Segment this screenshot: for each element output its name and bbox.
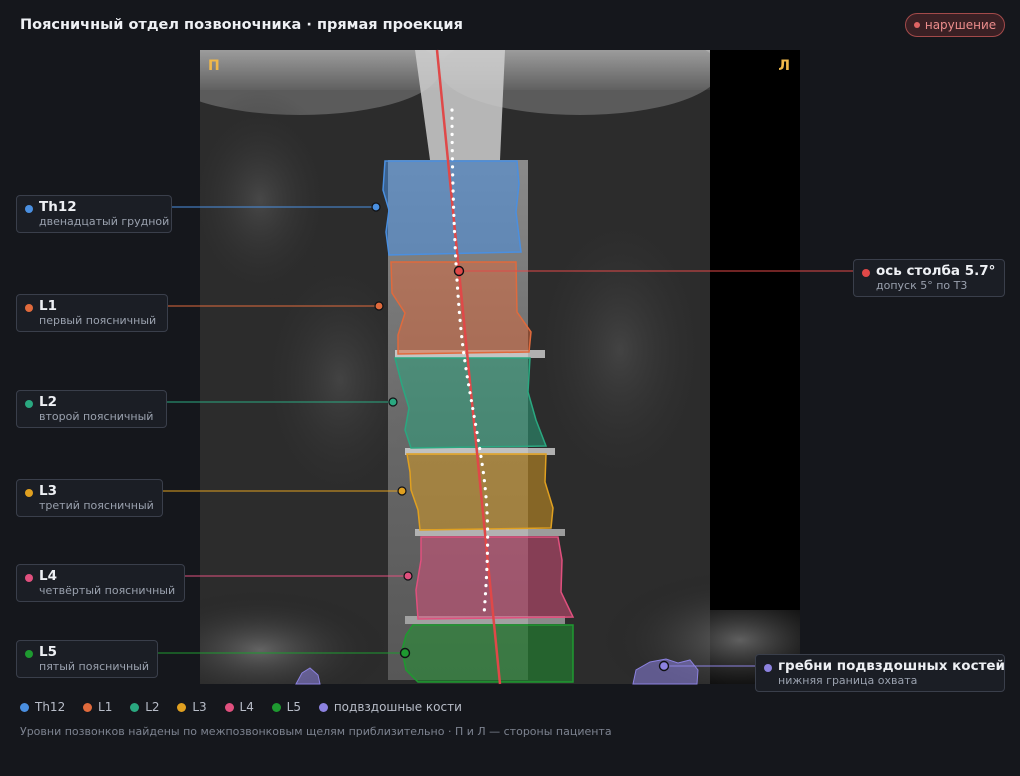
- legend-item-l3[interactable]: L3: [177, 700, 207, 714]
- legend-label: подвздошные кости: [333, 700, 462, 714]
- l2-dot-icon: [25, 400, 33, 408]
- l1-dot-icon: [25, 304, 33, 312]
- legend-label: L1: [98, 700, 113, 714]
- anchor-l2[interactable]: [388, 397, 398, 407]
- callout-title: гребни подвздошных костей: [778, 658, 1006, 674]
- legend-dot-icon: [318, 703, 328, 712]
- legend: Th12 L1 L2 L3 L4 L5 подвздошные кости: [20, 700, 476, 714]
- callout-subtitle: третий поясничный: [39, 499, 154, 512]
- callout-title: Th12: [39, 199, 77, 215]
- legend-item-l4[interactable]: L4: [224, 700, 254, 714]
- anchor-l5[interactable]: [399, 647, 411, 659]
- anchor-th12[interactable]: [371, 202, 381, 212]
- callout-th12[interactable]: Th12 двенадцатый грудной: [16, 195, 172, 233]
- callout-subtitle: четвёртый поясничный: [39, 584, 176, 597]
- legend-dot-icon: [20, 703, 29, 712]
- callout-title: L2: [39, 394, 57, 410]
- callout-subtitle: второй поясничный: [39, 410, 154, 423]
- th12-dot-icon: [25, 205, 33, 213]
- legend-item-l5[interactable]: L5: [271, 700, 301, 714]
- anchor-axis[interactable]: [453, 265, 465, 277]
- callout-l5[interactable]: L5 пятый поясничный: [16, 640, 158, 678]
- anchor-l3[interactable]: [397, 486, 407, 496]
- mask-l5[interactable]: [401, 624, 574, 683]
- legend-dot-icon: [271, 703, 281, 712]
- callout-title: L3: [39, 483, 57, 499]
- callout-l3[interactable]: L3 третий поясничный: [16, 479, 163, 517]
- mask-l2[interactable]: [394, 357, 548, 449]
- legend-dot-icon: [177, 703, 187, 712]
- legend-item-l1[interactable]: L1: [83, 700, 112, 714]
- callout-subtitle: пятый поясничный: [39, 660, 149, 673]
- callout-spine-axis[interactable]: ось столба 5.7° допуск 5° по Т3: [853, 259, 1005, 297]
- callout-l1[interactable]: L1 первый поясничный: [16, 294, 168, 332]
- iliac-dot-icon: [764, 664, 772, 672]
- anchor-iliac[interactable]: [658, 660, 670, 672]
- footer-note: Уровни позвонков найдены по межпозвонков…: [20, 725, 612, 738]
- callout-title: L5: [39, 644, 57, 660]
- legend-dot-icon: [130, 703, 140, 712]
- l3-dot-icon: [25, 489, 33, 497]
- legend-label: L5: [286, 700, 301, 714]
- callout-subtitle: допуск 5° по Т3: [876, 279, 968, 292]
- legend-label: L4: [239, 700, 254, 714]
- anchor-l4[interactable]: [403, 571, 413, 581]
- callout-subtitle: первый поясничный: [39, 314, 157, 327]
- legend-item-iliac[interactable]: подвздошные кости: [318, 700, 462, 714]
- callout-title: L1: [39, 298, 57, 314]
- callout-title: ось столба 5.7°: [876, 263, 996, 279]
- legend-dot-icon: [224, 703, 234, 712]
- mask-iliac-left[interactable]: [295, 667, 321, 685]
- legend-label: L2: [145, 700, 160, 714]
- callout-subtitle: нижняя граница охвата: [778, 674, 918, 687]
- callout-subtitle: двенадцатый грудной: [39, 215, 170, 228]
- legend-label: L3: [192, 700, 207, 714]
- legend-label: Th12: [35, 700, 66, 714]
- callout-l2[interactable]: L2 второй поясничный: [16, 390, 167, 428]
- legend-item-l2[interactable]: L2: [130, 700, 160, 714]
- legend-item-th12[interactable]: Th12: [20, 700, 65, 714]
- l5-dot-icon: [25, 650, 33, 658]
- l4-dot-icon: [25, 574, 33, 582]
- callout-l4[interactable]: L4 четвёртый поясничный: [16, 564, 185, 602]
- legend-dot-icon: [83, 703, 93, 712]
- mask-l4[interactable]: [415, 536, 575, 620]
- callout-title: L4: [39, 568, 57, 584]
- anchor-l1[interactable]: [374, 301, 384, 311]
- axis-dot-icon: [862, 269, 870, 277]
- callout-iliac-crests[interactable]: гребни подвздошных костей нижняя граница…: [755, 654, 1005, 692]
